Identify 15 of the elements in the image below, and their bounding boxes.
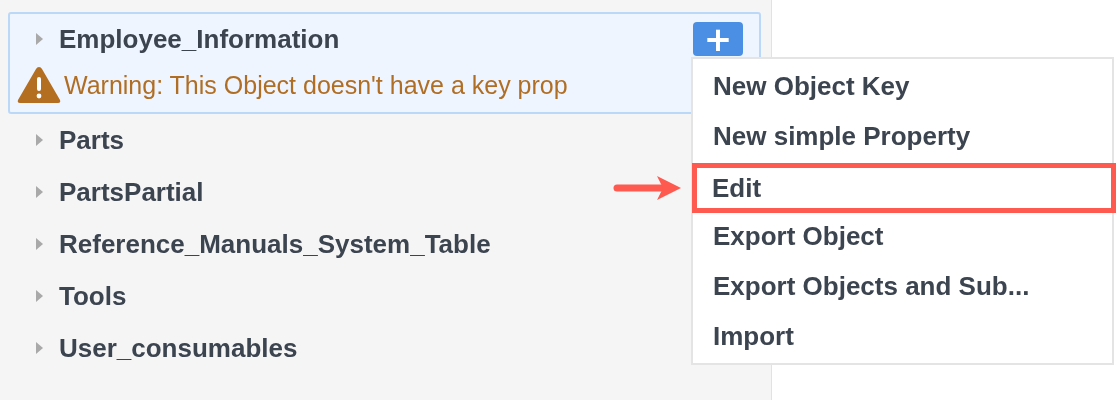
menu-item[interactable]: Import bbox=[693, 313, 1112, 363]
node-label[interactable]: User_consumables bbox=[59, 332, 298, 364]
warning-icon bbox=[16, 65, 62, 105]
node-label[interactable]: PartsPartial bbox=[59, 176, 204, 208]
node-label[interactable]: Reference_Manuals_System_Table bbox=[59, 228, 491, 260]
menu-item[interactable]: Edit bbox=[692, 163, 1116, 213]
node-label[interactable]: Parts bbox=[59, 124, 125, 156]
menu-item[interactable]: New simple Property bbox=[693, 113, 1112, 163]
node-label[interactable]: Employee_Information bbox=[59, 23, 340, 55]
node-label[interactable]: Tools bbox=[59, 280, 127, 312]
menu-item[interactable]: Export Objects and Sub... bbox=[693, 263, 1112, 313]
pointer-arrow bbox=[613, 175, 683, 201]
warning-message: Warning: This Object doesn't have a key prop bbox=[64, 70, 568, 100]
menu-item[interactable]: New Object Key bbox=[693, 63, 1112, 113]
menu-item[interactable]: Export Object bbox=[693, 213, 1112, 263]
